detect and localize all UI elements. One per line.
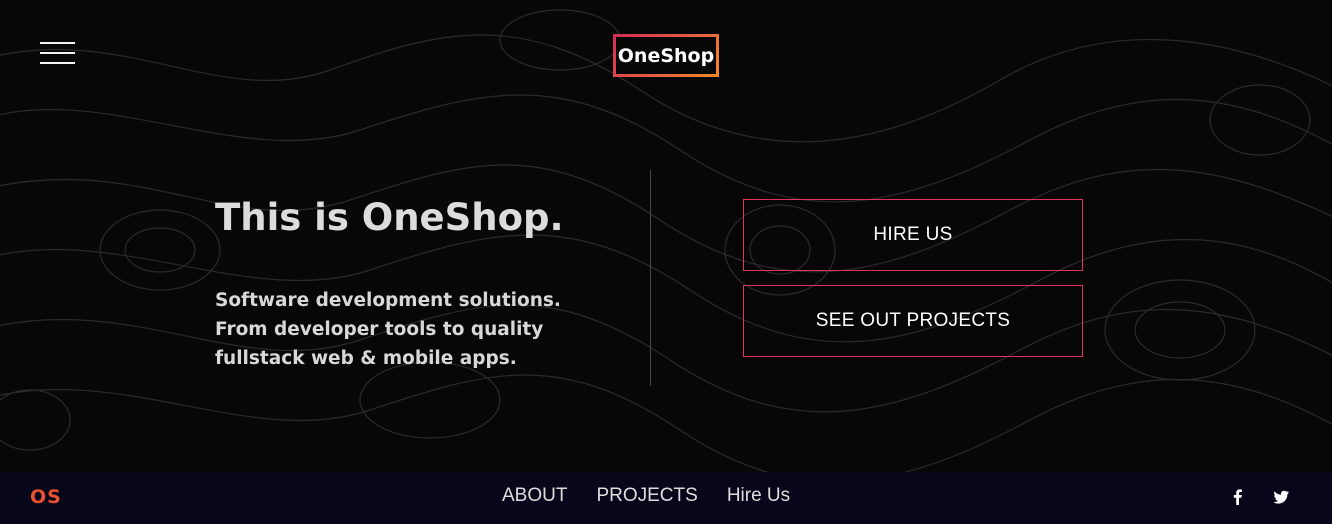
footer-nav: ABOUT PROJECTS Hire Us bbox=[502, 485, 790, 507]
hero-subtitle-line: fullstack web & mobile apps. bbox=[215, 348, 517, 369]
see-projects-button[interactable]: SEE OUT PROJECTS bbox=[743, 285, 1083, 357]
logo-text: OneShop bbox=[617, 44, 715, 67]
facebook-icon[interactable] bbox=[1228, 487, 1248, 507]
hero-title: This is OneShop. bbox=[215, 196, 564, 239]
hamburger-menu-icon[interactable] bbox=[40, 42, 75, 64]
menu-bar-middle bbox=[40, 52, 75, 54]
logo[interactable]: OneShop bbox=[613, 34, 719, 77]
menu-bar-bottom bbox=[40, 62, 75, 64]
twitter-icon[interactable] bbox=[1271, 487, 1291, 507]
hero-subtitle-line: From developer tools to quality bbox=[215, 319, 544, 340]
vertical-divider bbox=[650, 170, 651, 386]
footer-link-about[interactable]: ABOUT bbox=[502, 485, 567, 507]
footer-link-hire-us[interactable]: Hire Us bbox=[727, 485, 790, 507]
hero-subtitle-line: Software development solutions. bbox=[215, 290, 561, 311]
footer-brand[interactable]: OS bbox=[30, 486, 62, 508]
hire-us-button[interactable]: HIRE US bbox=[743, 199, 1083, 271]
hero-subtitle: Software development solutions. From dev… bbox=[215, 286, 615, 373]
footer: OS ABOUT PROJECTS Hire Us bbox=[0, 472, 1332, 524]
menu-bar-top bbox=[40, 42, 75, 44]
footer-link-projects[interactable]: PROJECTS bbox=[596, 485, 697, 507]
